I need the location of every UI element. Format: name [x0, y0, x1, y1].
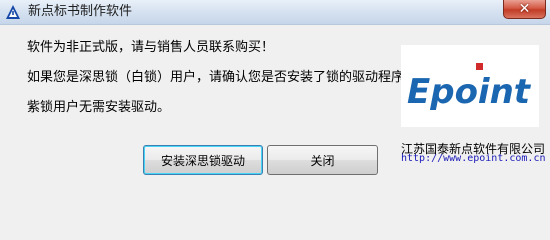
message-white-lock-driver: 如果您是深思锁（白锁）用户，请确认您是否安装了锁的驱动程序！: [27, 70, 418, 85]
window-title: 新点标书制作软件: [28, 4, 133, 19]
company-website[interactable]: http://www.epoint.com.cn: [401, 153, 546, 164]
window-close-button[interactable]: ✕: [503, 0, 546, 19]
message-purple-lock: 紫锁用户无需安装驱动。: [27, 100, 171, 115]
epoint-logo-graphic: Epoint: [407, 63, 532, 112]
install-driver-button[interactable]: 安装深思锁驱动: [143, 145, 263, 175]
close-icon: ✕: [518, 1, 531, 17]
epoint-logo: Epoint: [401, 45, 539, 127]
title-bar: 新点标书制作软件 ✕: [0, 0, 550, 25]
logo-red-dot: [476, 63, 483, 70]
logo-wordmark: Epoint: [407, 72, 532, 112]
message-unofficial-version: 软件为非正式版，请与销售人员联系购买！: [27, 40, 275, 55]
close-button[interactable]: 关闭: [267, 145, 378, 175]
app-icon: [6, 5, 20, 19]
